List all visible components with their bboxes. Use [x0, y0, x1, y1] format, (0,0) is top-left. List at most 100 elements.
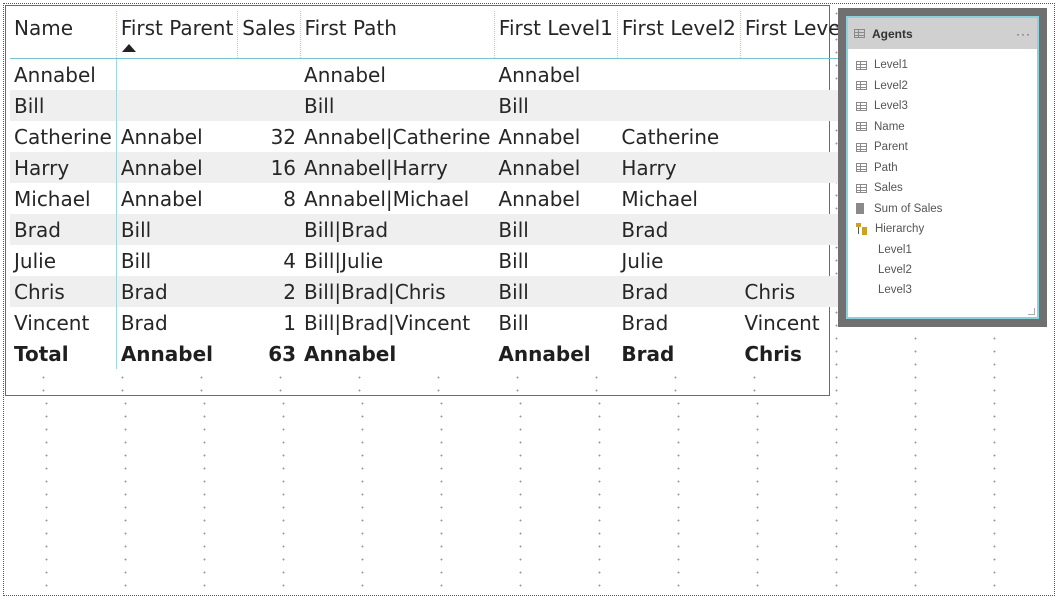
cell-first-level2: Brad — [617, 276, 741, 307]
column-header-first-level2[interactable]: First Level2 — [616, 11, 741, 59]
cell-first-parent: Annabel — [120, 124, 203, 149]
cell-sales: 32 — [270, 124, 297, 149]
column-icon — [856, 163, 867, 173]
field-label: Level1 — [874, 59, 908, 72]
table-row[interactable]: Vincent Brad 1 Bill|Brad|Vincent Bill Brad Vin… — [10, 307, 863, 338]
field-item-level1[interactable]: Level1 — [856, 55, 1037, 76]
fields-pane: Agents ··· Level1 Level2 Level3 Name Parent P… — [838, 8, 1047, 327]
hierarchy-level-level2[interactable]: Level2 — [856, 260, 1037, 280]
column-header-first-parent[interactable]: First Parent — [115, 11, 238, 59]
cell-sales — [237, 90, 301, 121]
data-table: Name First Parent Sales First Path First… — [10, 11, 863, 369]
field-item-level3[interactable]: Level3 — [856, 96, 1037, 117]
table-row[interactable]: Michael Annabel 8 Annabel|Michael Annabel Mic… — [10, 183, 863, 214]
cell-first-level1: Annabel — [494, 152, 618, 183]
cell-first-path: Bill|Brad|Chris — [300, 276, 495, 307]
cell-first-level2 — [617, 90, 741, 121]
cell-first-level2: Brad — [617, 214, 741, 245]
cell-first-path: Annabel|Harry — [300, 152, 495, 183]
cell-first-level2: Brad — [621, 310, 669, 335]
cell-name: Bill — [10, 90, 117, 121]
cell-first-level2: Catherine — [621, 124, 720, 149]
column-header-name[interactable]: Name — [10, 11, 117, 59]
field-label: Level3 — [874, 100, 908, 113]
cell-sales: 16 — [237, 152, 301, 183]
table-row[interactable]: Brad Bill Bill|Brad Bill Brad — [10, 214, 863, 245]
more-options-icon[interactable]: ··· — [1016, 27, 1031, 41]
column-icon — [856, 81, 867, 91]
field-label: Path — [874, 161, 898, 174]
table-row[interactable]: Julie Bill 4 Bill|Julie Bill Julie — [10, 245, 863, 276]
cell-first-level2 — [617, 59, 740, 91]
total-row[interactable]: Total Annabel 63 Annabel Annabel Brad Chris — [10, 338, 863, 369]
table-row[interactable]: Chris Brad 2 Bill|Brad|Chris Bill Brad Chris — [10, 276, 863, 307]
cell-name: Julie — [10, 245, 117, 276]
cell-first-parent: Annabel — [120, 341, 213, 366]
table-body: Annabel Annabel Annabel Bill Bill Bill Catheri… — [10, 58, 863, 369]
field-item-hierarchy[interactable]: Hierarchy — [856, 219, 1037, 240]
field-item-sum-of-sales[interactable]: Sum of Sales — [856, 199, 1037, 220]
cell-first-path: Annabel|Catherine — [304, 124, 491, 149]
fields-pane-header[interactable]: Agents ··· — [848, 18, 1037, 49]
table-row[interactable]: Catherine Annabel 32 Annabel|Catherine Annab… — [10, 121, 863, 152]
table-row[interactable]: Annabel Annabel Annabel — [10, 58, 863, 91]
column-icon — [856, 183, 867, 193]
cell-first-parent: Brad — [116, 276, 238, 307]
column-header-first-level1[interactable]: First Level1 — [493, 11, 618, 59]
cell-first-level1: Annabel — [498, 341, 591, 366]
column-icon — [856, 142, 867, 152]
table-icon — [854, 29, 865, 38]
cell-first-parent: Bill — [120, 248, 152, 273]
table-row[interactable]: Harry Annabel 16 Annabel|Harry Annabel Harry — [10, 152, 863, 183]
field-label: Sales — [874, 182, 903, 195]
cell-first-level3: Chris — [744, 341, 802, 366]
hierarchy-level-level3[interactable]: Level3 — [856, 280, 1037, 300]
cell-first-level1: Bill — [498, 248, 529, 273]
field-item-path[interactable]: Path — [856, 158, 1037, 179]
cell-first-level2: Brad — [621, 341, 675, 366]
cell-first-level1: Annabel — [498, 62, 581, 87]
cell-first-level1: Annabel — [498, 186, 581, 211]
field-label: Parent — [874, 141, 908, 154]
cell-sales — [237, 214, 301, 245]
cell-first-level2: Harry — [617, 152, 741, 183]
table-header-row: Name First Parent Sales First Path First… — [10, 11, 863, 59]
cell-first-level1: Bill — [494, 90, 618, 121]
cell-first-parent: Bill — [116, 214, 238, 245]
cell-sales: 63 — [268, 341, 297, 366]
field-label: Hierarchy — [875, 223, 925, 236]
field-item-level2[interactable]: Level2 — [856, 76, 1037, 97]
cell-name: Michael — [10, 183, 117, 214]
cell-sales: 8 — [283, 186, 297, 211]
cell-first-path: Bill|Brad — [300, 214, 495, 245]
cell-first-path: Annabel — [304, 62, 386, 87]
table-visual[interactable]: Name First Parent Sales First Path First… — [5, 5, 863, 396]
canvas-grid — [6, 366, 829, 395]
cell-first-parent: Annabel — [116, 152, 238, 183]
field-item-sales[interactable]: Sales — [856, 178, 1037, 199]
table-row[interactable]: Bill Bill Bill — [10, 90, 863, 121]
calculator-icon — [856, 203, 864, 215]
cell-sales: 4 — [283, 248, 297, 273]
hierarchy-level-level1[interactable]: Level1 — [856, 240, 1037, 260]
cell-first-parent: Brad — [120, 310, 168, 335]
cell-sales: 1 — [283, 310, 297, 335]
cell-first-level1: Annabel — [498, 124, 581, 149]
column-icon — [856, 122, 867, 132]
cell-sales: 2 — [237, 276, 301, 307]
cell-sales — [238, 59, 300, 91]
cell-first-path: Bill|Brad|Vincent — [304, 310, 471, 335]
field-item-name[interactable]: Name — [856, 117, 1037, 138]
cell-first-path: Annabel|Michael — [304, 186, 470, 211]
resize-grip-icon[interactable] — [1028, 308, 1035, 315]
cell-first-path: Bill|Julie — [304, 248, 384, 273]
cell-first-parent — [116, 90, 238, 121]
cell-name: Harry — [10, 152, 117, 183]
cell-name: Brad — [10, 214, 117, 245]
column-header-first-path[interactable]: First Path — [299, 11, 495, 59]
column-icon — [856, 101, 867, 111]
column-header-sales[interactable]: Sales — [237, 11, 301, 59]
cell-first-parent — [116, 59, 237, 91]
cell-name: Total — [10, 338, 117, 369]
field-item-parent[interactable]: Parent — [856, 137, 1037, 158]
